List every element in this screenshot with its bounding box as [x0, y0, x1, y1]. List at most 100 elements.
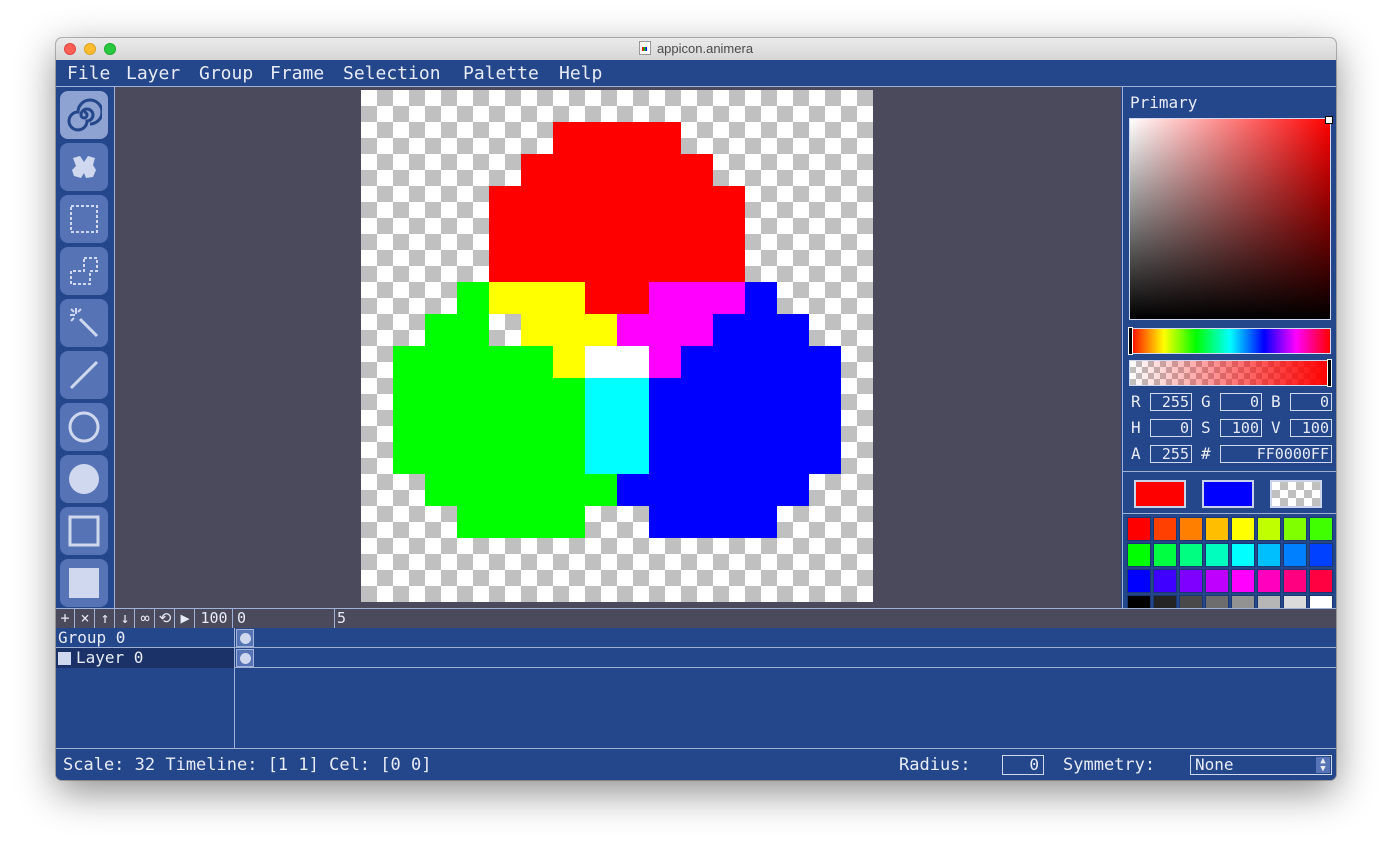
fill-circle-tool-button[interactable]	[60, 455, 108, 503]
erase-color-swatch[interactable]	[1270, 480, 1322, 508]
palette-color-cell[interactable]	[1153, 595, 1177, 608]
magic-wand-icon	[70, 308, 99, 338]
palette-color-cell[interactable]	[1205, 543, 1229, 567]
status-info: Scale: 32 Timeline: [1 1] Cel: [0 0]	[63, 755, 432, 775]
palette-color-cell[interactable]	[1179, 543, 1203, 567]
palette-color-cell[interactable]	[1257, 595, 1281, 608]
palette-color-cell[interactable]	[1127, 595, 1151, 608]
line-tool-button[interactable]	[60, 351, 108, 399]
palette-color-cell[interactable]	[1205, 595, 1229, 608]
group-name[interactable]: Group 0	[56, 628, 234, 648]
r-label: R	[1131, 392, 1141, 411]
pingpong-button[interactable]: ⟲	[156, 609, 175, 628]
palette-color-cell[interactable]	[1179, 569, 1203, 593]
window-title: appicon.animera	[56, 41, 1336, 56]
palette-color-cell[interactable]	[1283, 569, 1307, 593]
pixel-blue	[713, 314, 809, 346]
alpha-slider[interactable]	[1129, 359, 1332, 387]
hue-slider[interactable]	[1128, 327, 1331, 355]
h-field[interactable]: 0	[1150, 419, 1192, 437]
a-field[interactable]: 255	[1150, 445, 1192, 463]
palette-color-cell[interactable]	[1257, 517, 1281, 541]
artboard[interactable]	[361, 90, 873, 602]
menu-file[interactable]: File	[67, 64, 110, 84]
palette-color-cell[interactable]	[1283, 595, 1307, 608]
v-field[interactable]: 100	[1290, 419, 1332, 437]
pixel-magenta	[649, 346, 681, 378]
frame-delay-field[interactable]: 100	[196, 609, 233, 628]
palette-color-cell[interactable]	[1309, 595, 1333, 608]
menu-frame[interactable]: Frame	[270, 64, 324, 84]
pixel-magenta	[617, 314, 713, 346]
stroke-circle-tool-button[interactable]	[60, 403, 108, 451]
palette-color-cell[interactable]	[1283, 543, 1307, 567]
primary-color-swatch[interactable]	[1134, 480, 1186, 508]
palette-color-cell[interactable]	[1257, 569, 1281, 593]
palette-color-cell[interactable]	[1231, 517, 1255, 541]
brush-tool-button[interactable]	[60, 91, 108, 139]
canvas-area[interactable]	[115, 87, 1121, 608]
menu-selection[interactable]: Selection	[343, 64, 441, 84]
palette-color-cell[interactable]	[1127, 517, 1151, 541]
palette-color-cell[interactable]	[1127, 543, 1151, 567]
wand-select-tool-button[interactable]	[60, 299, 108, 347]
palette-color-cell[interactable]	[1205, 517, 1229, 541]
r-field[interactable]: 255	[1150, 393, 1192, 411]
palette-color-cell[interactable]	[1231, 595, 1255, 608]
loop-button[interactable]: ∞	[136, 609, 155, 628]
palette-color-cell[interactable]	[1127, 569, 1151, 593]
pixel-yellow	[521, 314, 617, 346]
palette-color-cell[interactable]	[1231, 543, 1255, 567]
palette-color-cell[interactable]	[1153, 543, 1177, 567]
symmetry-select[interactable]: None ▲ ▼	[1190, 755, 1332, 775]
palette-color-cell[interactable]	[1179, 595, 1203, 608]
palette-color-cell[interactable]	[1179, 517, 1203, 541]
symmetry-value: None	[1195, 755, 1234, 774]
palette-color-cell[interactable]	[1257, 543, 1281, 567]
palette-color-cell[interactable]	[1205, 569, 1229, 593]
sv-cursor[interactable]	[1325, 116, 1333, 124]
secondary-color-swatch[interactable]	[1202, 480, 1254, 508]
alpha-handle[interactable]	[1327, 359, 1332, 387]
radius-field[interactable]: 0	[1002, 755, 1044, 775]
layer-row[interactable]: Layer 0	[56, 648, 1336, 668]
menu-palette[interactable]: Palette	[463, 64, 539, 84]
b-field[interactable]: 0	[1290, 393, 1332, 411]
g-field[interactable]: 0	[1220, 393, 1262, 411]
saturation-value-picker[interactable]	[1129, 116, 1333, 320]
palette-color-cell[interactable]	[1153, 569, 1177, 593]
layer-name[interactable]: Layer 0	[56, 648, 234, 668]
group-row[interactable]: Group 0	[56, 628, 1336, 648]
pixel-red	[553, 122, 681, 154]
stroke-rect-tool-button[interactable]	[60, 507, 108, 555]
palette-color-cell[interactable]	[1309, 517, 1333, 541]
fill-rect-tool-button[interactable]	[60, 559, 108, 607]
pixel-red	[521, 154, 713, 186]
palette-color-cell[interactable]	[1283, 517, 1307, 541]
hex-field[interactable]: FF0000FF	[1220, 445, 1332, 463]
visibility-toggle[interactable]	[58, 652, 71, 665]
palette-color-cell[interactable]	[1309, 569, 1333, 593]
menu-layer[interactable]: Layer	[126, 64, 180, 84]
frame-label-0: 0	[237, 609, 247, 627]
fill-tool-button[interactable]	[60, 143, 108, 191]
group-cel[interactable]	[236, 629, 254, 647]
move-down-button[interactable]: ↓	[116, 609, 135, 628]
play-button[interactable]: ▶	[176, 609, 195, 628]
pixel-cyan	[585, 378, 649, 474]
polygon-select-tool-button[interactable]	[60, 247, 108, 295]
hue-handle[interactable]	[1128, 327, 1133, 355]
palette-color-cell[interactable]	[1309, 543, 1333, 567]
menu-help[interactable]: Help	[559, 64, 602, 84]
add-frame-button[interactable]: +	[56, 609, 75, 628]
timeline-controls: + × ↑ ↓ ∞ ⟲ ▶ 100 0 5	[56, 608, 1336, 629]
delete-frame-button[interactable]: ×	[76, 609, 95, 628]
s-field[interactable]: 100	[1220, 419, 1262, 437]
pixel-art	[393, 122, 841, 538]
rect-select-tool-button[interactable]	[60, 195, 108, 243]
palette-color-cell[interactable]	[1231, 569, 1255, 593]
move-up-button[interactable]: ↑	[96, 609, 115, 628]
menu-group[interactable]: Group	[199, 64, 253, 84]
palette-color-cell[interactable]	[1153, 517, 1177, 541]
layer-cel[interactable]	[236, 649, 254, 667]
